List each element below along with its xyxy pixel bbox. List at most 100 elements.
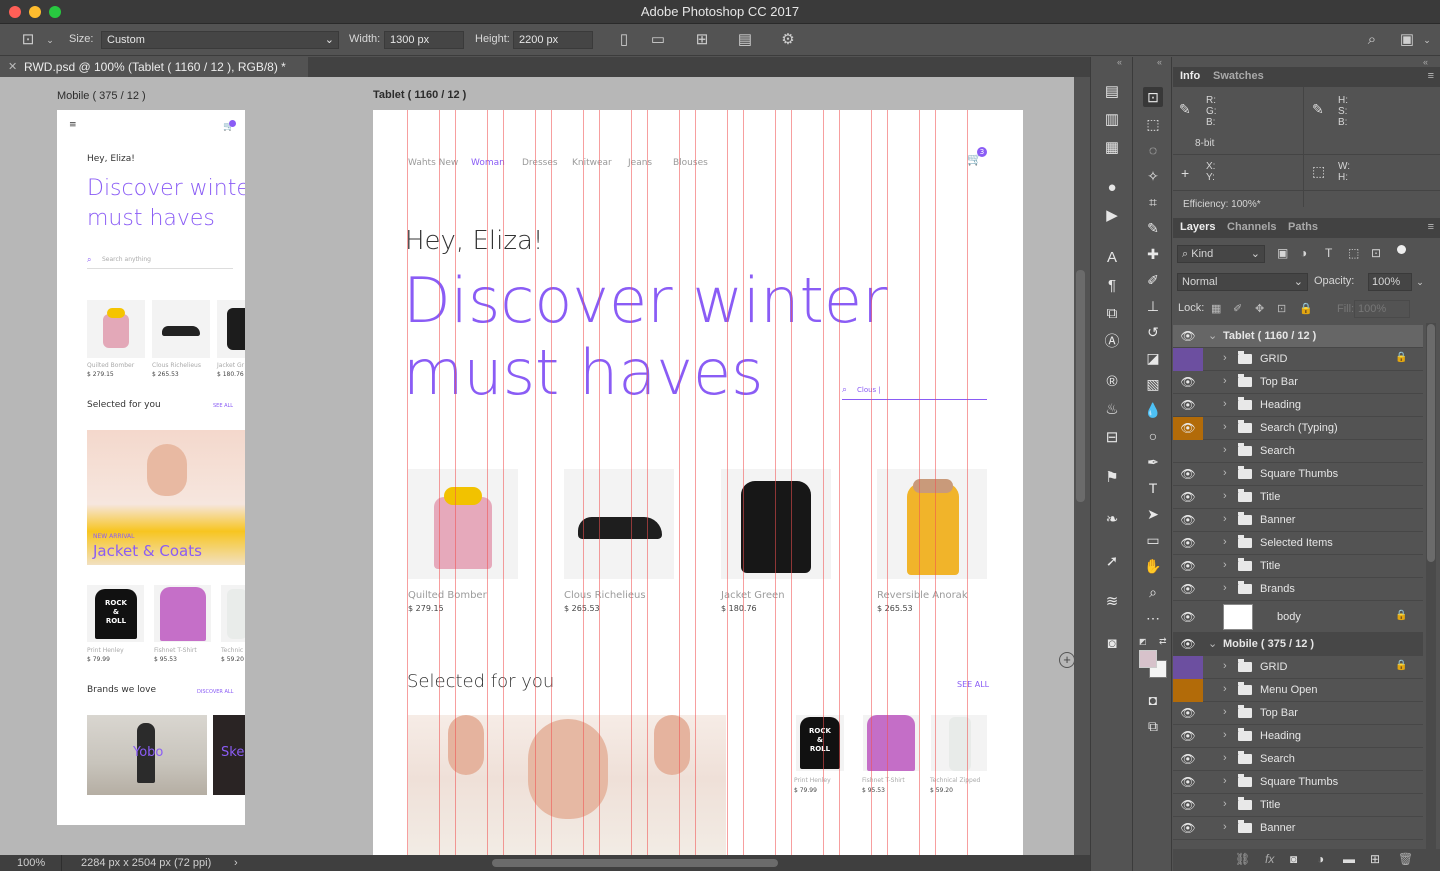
filter-toggle-icon[interactable] bbox=[1397, 245, 1406, 254]
visibility-eye-icon[interactable]: 👁 bbox=[1173, 578, 1203, 601]
mobile-thumb-jacket[interactable] bbox=[217, 300, 245, 358]
chevron-right-icon[interactable]: › bbox=[1223, 729, 1227, 741]
layer-style-icon[interactable]: fx bbox=[1265, 852, 1274, 866]
marquee-tool-icon[interactable]: ⬚ bbox=[1143, 114, 1163, 134]
layer-row[interactable]: 👁 › Search bbox=[1173, 748, 1423, 771]
chevron-right-icon[interactable]: › bbox=[1223, 821, 1227, 833]
visibility-eye-icon[interactable]: 👁 bbox=[1173, 555, 1203, 578]
zoom-level[interactable]: 100% bbox=[17, 857, 45, 869]
layer-row[interactable]: 👁 › Banner bbox=[1173, 817, 1423, 840]
layer-row-body[interactable]: 👁 body 🔒 bbox=[1173, 601, 1423, 633]
layer-row[interactable]: 👁 › Search (Typing) bbox=[1173, 417, 1423, 440]
chevron-down-icon[interactable]: ⌄ bbox=[1208, 637, 1217, 650]
product-thumb-technical[interactable] bbox=[931, 715, 987, 771]
plugin-icon[interactable]: ® bbox=[1103, 373, 1121, 391]
chevron-right-icon[interactable]: › bbox=[1223, 536, 1227, 548]
visibility-eye-icon[interactable]: 👁 bbox=[1173, 509, 1203, 532]
filter-shape-icon[interactable]: ⬚ bbox=[1348, 246, 1359, 260]
character-panel-icon[interactable]: A bbox=[1103, 249, 1121, 267]
foreground-color-swatch[interactable] bbox=[1139, 650, 1157, 668]
tablet-artboard-label[interactable]: Tablet ( 1160 / 12 ) bbox=[373, 89, 466, 101]
layer-row[interactable]: 👁 › Top Bar bbox=[1173, 371, 1423, 394]
path-selection-tool-icon[interactable]: ➤ bbox=[1143, 504, 1163, 524]
rocket-icon[interactable]: ➚ bbox=[1103, 553, 1121, 571]
screen-mode-icon[interactable]: ⧉ bbox=[1143, 716, 1163, 736]
crop-tool-icon[interactable]: ⌗ bbox=[1143, 192, 1163, 212]
mobile-artboard[interactable]: ≡ 🛒 Hey, Eliza! Discover winter must hav… bbox=[57, 110, 245, 825]
filter-type-icon[interactable]: T bbox=[1325, 246, 1332, 260]
chevron-right-icon[interactable]: › bbox=[1223, 559, 1227, 571]
chevron-right-icon[interactable]: › bbox=[1223, 582, 1227, 594]
close-tab-icon[interactable]: ✕ bbox=[8, 60, 17, 73]
visibility-eye-icon[interactable]: 👁 bbox=[1173, 532, 1203, 555]
mobile-artboard-label[interactable]: Mobile ( 375 / 12 ) bbox=[57, 90, 146, 102]
dodge-tool-icon[interactable]: ○ bbox=[1143, 426, 1163, 446]
tab-layers[interactable]: Layers bbox=[1180, 221, 1215, 233]
layer-row[interactable]: › Search bbox=[1173, 440, 1423, 463]
play-action-icon[interactable]: ▶ bbox=[1103, 207, 1121, 225]
product-thumb-bomber[interactable] bbox=[408, 469, 518, 579]
visibility-eye-icon[interactable] bbox=[1173, 440, 1203, 463]
lock-all-icon[interactable]: 🔒 bbox=[1299, 302, 1313, 315]
filter-pixel-icon[interactable]: ▣ bbox=[1277, 246, 1288, 260]
align-icon[interactable]: ▤ bbox=[735, 30, 755, 50]
chevron-right-icon[interactable]: › bbox=[1223, 775, 1227, 787]
history-panel-icon[interactable]: ▤ bbox=[1103, 83, 1121, 101]
product-thumb-henley[interactable]: ROCK & ROLL bbox=[796, 715, 844, 771]
layer-row[interactable]: › Menu Open bbox=[1173, 679, 1423, 702]
lock-position-icon[interactable]: ✥ bbox=[1255, 302, 1264, 315]
opacity-dropdown-icon[interactable]: ⌄ bbox=[1413, 273, 1427, 291]
mobile-thumb-henley[interactable]: ROCK & ROLL bbox=[87, 585, 144, 642]
tab-paths[interactable]: Paths bbox=[1288, 221, 1318, 233]
eraser-tool-icon[interactable]: ◪ bbox=[1143, 348, 1163, 368]
mobile-banner[interactable]: NEW ARRIVAL Jacket & Coats bbox=[87, 430, 245, 565]
chevron-right-icon[interactable]: › bbox=[1223, 467, 1227, 479]
character-styles-icon[interactable]: Ⓐ bbox=[1103, 333, 1121, 351]
tab-swatches[interactable]: Swatches bbox=[1213, 70, 1264, 82]
layer-row[interactable]: 👁 › Banner bbox=[1173, 509, 1423, 532]
visibility-eye-icon[interactable] bbox=[1173, 679, 1203, 702]
add-artboard-plus-icon[interactable]: + bbox=[1059, 652, 1074, 668]
document-tab[interactable]: ✕ RWD.psd @ 100% (Tablet ( 1160 / 12 ), … bbox=[0, 57, 308, 77]
brand-card-ske[interactable]: Ske bbox=[213, 715, 245, 795]
add-artboard-icon[interactable]: ⊞ bbox=[692, 30, 712, 50]
layer-filter-select[interactable]: ⌕ Kind ⌄ bbox=[1177, 245, 1265, 263]
new-layer-icon[interactable]: ⊞ bbox=[1370, 852, 1380, 866]
layer-row[interactable]: › GRID 🔒 bbox=[1173, 348, 1423, 371]
chevron-right-icon[interactable]: › bbox=[1223, 490, 1227, 502]
filter-adjustment-icon[interactable]: ◑ bbox=[1300, 246, 1307, 260]
portrait-orientation-icon[interactable]: ▯ bbox=[614, 30, 634, 50]
lock-artboard-icon[interactable]: ⊡ bbox=[1277, 302, 1286, 315]
visibility-eye-icon[interactable]: 👁 bbox=[1173, 463, 1203, 486]
size-select[interactable]: Custom ⌄ bbox=[101, 31, 339, 49]
visibility-eye-icon[interactable] bbox=[1173, 348, 1203, 371]
visibility-eye-icon[interactable]: 👁 bbox=[1173, 725, 1203, 748]
layer-row[interactable]: 👁 › Selected Items bbox=[1173, 532, 1423, 555]
product-thumb-jacket[interactable] bbox=[721, 469, 831, 579]
layer-row[interactable]: 👁 › Square Thumbs bbox=[1173, 463, 1423, 486]
mobile-discover-all-link[interactable]: DISCOVER ALL bbox=[197, 689, 233, 695]
layer-row[interactable]: 👁 › Square Thumbs bbox=[1173, 771, 1423, 794]
tablet-see-all-link[interactable]: SEE ALL bbox=[957, 680, 989, 689]
visibility-eye-icon[interactable]: 👁 bbox=[1173, 325, 1203, 348]
rectangle-tool-icon[interactable]: ▭ bbox=[1143, 530, 1163, 550]
workspace-dropdown-icon[interactable]: ⌄ bbox=[1417, 30, 1437, 50]
layers-scroll-thumb[interactable] bbox=[1427, 324, 1435, 562]
mobile-thumb-bomber[interactable] bbox=[87, 300, 145, 358]
chevron-right-icon[interactable]: › bbox=[234, 857, 238, 869]
width-input[interactable]: 1300 px bbox=[384, 31, 464, 49]
chevron-down-icon[interactable]: ⌄ bbox=[1208, 329, 1217, 342]
layers-stack-icon[interactable]: ≋ bbox=[1103, 593, 1121, 611]
layer-row[interactable]: 👁 › Brands bbox=[1173, 578, 1423, 601]
zoom-tool-icon[interactable]: ⌕ bbox=[1143, 582, 1163, 602]
visibility-eye-icon[interactable]: 👁 bbox=[1173, 771, 1203, 794]
healing-brush-tool-icon[interactable]: ✚ bbox=[1143, 244, 1163, 264]
chevron-right-icon[interactable]: › bbox=[1223, 683, 1227, 695]
layer-group-tablet[interactable]: 👁 ⌄ Tablet ( 1160 / 12 ) bbox=[1173, 325, 1423, 348]
panel-menu-icon[interactable]: ≡ bbox=[1428, 70, 1434, 82]
add-mask-icon[interactable]: ◙ bbox=[1290, 852, 1297, 866]
chevron-right-icon[interactable]: › bbox=[1223, 421, 1227, 433]
visibility-eye-icon[interactable]: 👁 bbox=[1173, 794, 1203, 817]
height-input[interactable]: 2200 px bbox=[513, 31, 593, 49]
mobile-thumb-technical[interactable] bbox=[221, 585, 245, 642]
